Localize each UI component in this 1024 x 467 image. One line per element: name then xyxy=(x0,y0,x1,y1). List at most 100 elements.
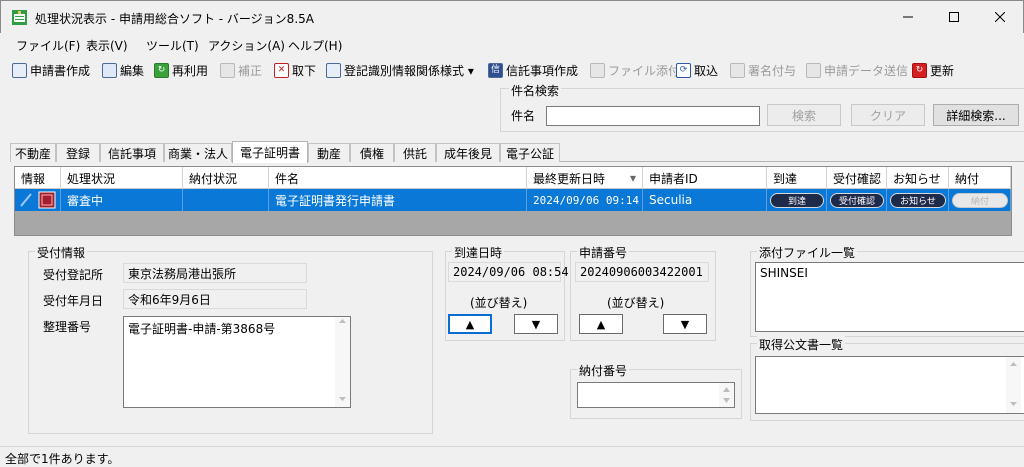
import-button[interactable]: ⟳ 取込 xyxy=(676,60,718,80)
subject-search-group: 件名検索 件名 検索 クリア 詳細検索... xyxy=(500,82,1024,132)
withdraw-label: 取下 xyxy=(292,63,317,78)
menu-action[interactable]: アクション(A) xyxy=(208,37,285,54)
arrival-time-legend: 到達日時 xyxy=(452,244,505,261)
trust-create-label: 信託事項作成 xyxy=(506,63,579,78)
tab-deposit[interactable]: 供託 xyxy=(394,143,436,162)
create-application-label: 申請書作成 xyxy=(30,63,91,78)
col-updated[interactable]: 最終更新日時 ▾ xyxy=(527,167,643,189)
payment-number-legend: 納付番号 xyxy=(577,362,630,379)
subject-search-input[interactable] xyxy=(546,106,760,126)
application-number-value: 20240906003422001 xyxy=(575,262,709,282)
registration-forms-label: 登記識別情報関係様式 ▾ xyxy=(344,63,474,78)
official-docs-legend: 取得公文書一覧 xyxy=(757,336,846,353)
withdraw-button[interactable]: ✕ 取下 xyxy=(274,60,316,80)
table-row[interactable]: 審査中 電子証明書発行申請書 2024/09/06 09:14 Seculia … xyxy=(15,189,1011,211)
application-sort-desc-button[interactable]: ▼ xyxy=(663,314,707,334)
attachments-list[interactable]: SHINSEI xyxy=(755,262,1024,332)
menu-help[interactable]: ヘルプ(H) xyxy=(288,37,342,54)
menu-view[interactable]: 表示(V) xyxy=(86,37,128,54)
tab-real-estate[interactable]: 不動産 xyxy=(10,143,56,162)
col-receipt[interactable]: 受付確認 xyxy=(827,167,887,189)
col-payment-status[interactable]: 納付状況 xyxy=(183,167,269,189)
application-number-group: 申請番号 20240906003422001 (並び替え) ▲ ▼ xyxy=(570,244,716,341)
refresh-button[interactable]: ↻ 更新 xyxy=(912,60,954,80)
receipt-office-label: 受付登記所 xyxy=(43,268,104,282)
maximize-icon xyxy=(949,12,959,22)
col-applicant-id[interactable]: 申請者ID xyxy=(643,167,767,189)
receipt-date-label: 受付年月日 xyxy=(43,294,104,308)
receipt-info-legend: 受付情報 xyxy=(35,244,88,261)
tab-e-certificate[interactable]: 電子証明書 xyxy=(232,141,308,163)
col-notice[interactable]: お知らせ xyxy=(887,167,949,189)
status-text: 全部で1件あります。 xyxy=(5,452,120,466)
payment-badge-button[interactable]: 納付 xyxy=(952,193,1008,208)
close-icon xyxy=(995,12,1005,22)
info-icons xyxy=(20,191,56,209)
payment-cell: 納付 xyxy=(949,189,1011,211)
send-icon xyxy=(806,62,821,78)
tab-commercial[interactable]: 商業・法人 xyxy=(164,143,232,162)
receipt-info-group: 受付情報 受付登記所 東京法務局港出張所 受付年月日 令和6年9月6日 整理番号… xyxy=(28,244,433,434)
list-item[interactable]: SHINSEI xyxy=(760,266,1021,280)
sort-down-icon: ▼ xyxy=(680,317,690,331)
applicant-id-cell: Seculia xyxy=(643,189,767,211)
tab-guardianship[interactable]: 成年後見 xyxy=(436,143,500,162)
application-number-legend: 申請番号 xyxy=(577,244,630,261)
receipt-cell: 受付確認 xyxy=(827,189,887,211)
reference-number-value: 電子証明書-申請-第3868号 xyxy=(128,322,276,336)
trust-create-button[interactable]: 信 信託事項作成 xyxy=(488,60,578,80)
toolbar: 申請書作成 編集 ↻ 再利用 補正 ✕ 取下 登記識別情報関係様式 ▾ 信 信託… xyxy=(0,57,1024,83)
arrival-sort-desc-button[interactable]: ▼ xyxy=(514,314,558,334)
create-application-button[interactable]: 申請書作成 xyxy=(12,60,90,80)
tab-registration[interactable]: 登録 xyxy=(56,143,100,162)
scroll-arrows-icon xyxy=(1010,362,1017,406)
send-button[interactable]: 申請データ送信 xyxy=(806,60,908,80)
col-payment[interactable]: 納付 xyxy=(949,167,1011,189)
edit-label: 編集 xyxy=(120,63,145,78)
receipt-badge-button[interactable]: 受付確認 xyxy=(830,193,884,208)
official-docs-list[interactable] xyxy=(755,356,1024,414)
registration-forms-dropdown[interactable]: 登記識別情報関係様式 ▾ xyxy=(326,60,474,80)
col-updated-label: 最終更新日時 xyxy=(533,171,606,186)
payment-number-spinner[interactable] xyxy=(719,383,734,407)
import-label: 取込 xyxy=(694,63,719,78)
sort-up-icon: ▲ xyxy=(596,317,606,331)
menu-tools[interactable]: ツール(T) xyxy=(146,37,199,54)
application-sort-asc-button[interactable]: ▲ xyxy=(579,314,623,334)
tab-claims[interactable]: 債権 xyxy=(350,143,394,162)
sign-label: 署名付与 xyxy=(748,63,797,78)
arrival-badge-button[interactable]: 到達 xyxy=(770,193,824,208)
col-status[interactable]: 処理状況 xyxy=(61,167,183,189)
reference-number-scrollbar[interactable] xyxy=(335,317,350,407)
reference-number-textarea[interactable]: 電子証明書-申請-第3868号 xyxy=(123,316,351,408)
application-sort-label: (並び替え) xyxy=(607,296,665,310)
reuse-button[interactable]: ↻ 再利用 xyxy=(154,60,208,80)
correction-button[interactable]: 補正 xyxy=(220,60,262,80)
tab-movables[interactable]: 動産 xyxy=(308,143,350,162)
minimize-button[interactable] xyxy=(885,1,931,33)
col-arrival[interactable]: 到達 xyxy=(767,167,827,189)
search-button[interactable]: 検索 xyxy=(767,104,841,126)
col-info[interactable]: 情報 xyxy=(15,167,61,189)
maximize-button[interactable] xyxy=(931,1,977,33)
arrival-sort-label: (並び替え) xyxy=(470,296,528,310)
tab-e-notary[interactable]: 電子公証 xyxy=(500,143,560,162)
attach-file-button[interactable]: ファイル添付 xyxy=(590,60,680,80)
payment-number-input[interactable] xyxy=(577,382,735,408)
notice-badge-button[interactable]: お知らせ xyxy=(890,193,946,208)
arrival-sort-asc-button[interactable]: ▲ xyxy=(448,314,492,334)
payment-status-cell xyxy=(183,189,269,211)
menu-file[interactable]: ファイル(F) xyxy=(16,37,80,54)
spinner-arrows-icon xyxy=(723,387,730,403)
sign-button[interactable]: 署名付与 xyxy=(730,60,796,80)
col-subject[interactable]: 件名 xyxy=(269,167,527,189)
official-docs-scrollbar[interactable] xyxy=(1006,357,1021,413)
edit-button[interactable]: 編集 xyxy=(102,60,144,80)
tab-trust[interactable]: 信託事項 xyxy=(100,143,164,162)
detail-panel: 受付情報 受付登記所 東京法務局港出張所 受付年月日 令和6年9月6日 整理番号… xyxy=(14,240,1024,446)
info-cell[interactable] xyxy=(15,189,61,211)
detail-search-button[interactable]: 詳細検索... xyxy=(933,104,1019,126)
close-button[interactable] xyxy=(977,1,1023,33)
clear-button[interactable]: クリア xyxy=(851,104,925,126)
reuse-icon: ↻ xyxy=(154,62,169,78)
